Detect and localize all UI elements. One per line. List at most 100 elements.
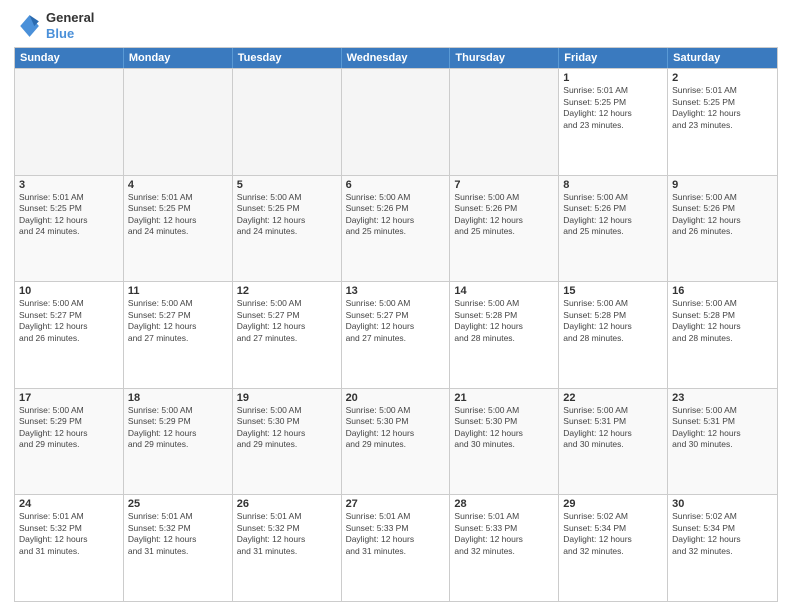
calendar-cell: 27Sunrise: 5:01 AM Sunset: 5:33 PM Dayli… [342,495,451,601]
day-number: 3 [19,179,119,191]
calendar-row: 10Sunrise: 5:00 AM Sunset: 5:27 PM Dayli… [15,281,777,388]
day-info: Sunrise: 5:01 AM Sunset: 5:33 PM Dayligh… [346,511,446,557]
day-number: 28 [454,498,554,510]
day-info: Sunrise: 5:00 AM Sunset: 5:27 PM Dayligh… [237,298,337,344]
day-info: Sunrise: 5:00 AM Sunset: 5:30 PM Dayligh… [454,405,554,451]
day-number: 6 [346,179,446,191]
day-info: Sunrise: 5:01 AM Sunset: 5:25 PM Dayligh… [563,85,663,131]
calendar-cell: 10Sunrise: 5:00 AM Sunset: 5:27 PM Dayli… [15,282,124,388]
day-info: Sunrise: 5:01 AM Sunset: 5:33 PM Dayligh… [454,511,554,557]
day-number: 5 [237,179,337,191]
day-number: 16 [672,285,773,297]
day-number: 15 [563,285,663,297]
day-number: 1 [563,72,663,84]
day-info: Sunrise: 5:01 AM Sunset: 5:25 PM Dayligh… [672,85,773,131]
calendar-row: 3Sunrise: 5:01 AM Sunset: 5:25 PM Daylig… [15,175,777,282]
weekday-header: Sunday [15,48,124,68]
calendar-row: 24Sunrise: 5:01 AM Sunset: 5:32 PM Dayli… [15,494,777,601]
day-number: 2 [672,72,773,84]
calendar-cell: 15Sunrise: 5:00 AM Sunset: 5:28 PM Dayli… [559,282,668,388]
calendar-cell: 21Sunrise: 5:00 AM Sunset: 5:30 PM Dayli… [450,389,559,495]
day-number: 8 [563,179,663,191]
day-info: Sunrise: 5:00 AM Sunset: 5:30 PM Dayligh… [237,405,337,451]
calendar-cell: 29Sunrise: 5:02 AM Sunset: 5:34 PM Dayli… [559,495,668,601]
page: General Blue SundayMondayTuesdayWednesda… [0,0,792,612]
day-info: Sunrise: 5:00 AM Sunset: 5:25 PM Dayligh… [237,192,337,238]
day-number: 18 [128,392,228,404]
day-info: Sunrise: 5:00 AM Sunset: 5:27 PM Dayligh… [19,298,119,344]
day-info: Sunrise: 5:00 AM Sunset: 5:26 PM Dayligh… [672,192,773,238]
day-number: 22 [563,392,663,404]
calendar-cell: 12Sunrise: 5:00 AM Sunset: 5:27 PM Dayli… [233,282,342,388]
day-number: 7 [454,179,554,191]
day-number: 19 [237,392,337,404]
calendar-cell: 11Sunrise: 5:00 AM Sunset: 5:27 PM Dayli… [124,282,233,388]
calendar-cell: 4Sunrise: 5:01 AM Sunset: 5:25 PM Daylig… [124,176,233,282]
calendar-cell: 3Sunrise: 5:01 AM Sunset: 5:25 PM Daylig… [15,176,124,282]
day-number: 13 [346,285,446,297]
calendar-cell: 20Sunrise: 5:00 AM Sunset: 5:30 PM Dayli… [342,389,451,495]
calendar-cell [450,69,559,175]
calendar-cell: 25Sunrise: 5:01 AM Sunset: 5:32 PM Dayli… [124,495,233,601]
logo-icon [14,12,42,40]
calendar-cell: 24Sunrise: 5:01 AM Sunset: 5:32 PM Dayli… [15,495,124,601]
weekday-header: Friday [559,48,668,68]
day-info: Sunrise: 5:01 AM Sunset: 5:32 PM Dayligh… [19,511,119,557]
calendar-cell: 26Sunrise: 5:01 AM Sunset: 5:32 PM Dayli… [233,495,342,601]
calendar-cell [124,69,233,175]
day-info: Sunrise: 5:00 AM Sunset: 5:27 PM Dayligh… [128,298,228,344]
logo-text: General Blue [46,10,94,41]
calendar-row: 17 Sunrise: 5:00 AM Sunset: 5:29 PM Dayli… [15,388,777,495]
day-info: Sunrise: 5:01 AM Sunset: 5:32 PM Dayligh… [237,511,337,557]
calendar-cell [342,69,451,175]
calendar-cell: 19Sunrise: 5:00 AM Sunset: 5:30 PM Dayli… [233,389,342,495]
day-info: Sunrise: 5:00 AM Sunset: 5:29 PM Dayligh… [128,405,228,451]
calendar-cell: 7Sunrise: 5:00 AM Sunset: 5:26 PM Daylig… [450,176,559,282]
day-number: 20 [346,392,446,404]
day-info: Sunrise: 5:00 AM Sunset: 5:26 PM Dayligh… [563,192,663,238]
weekday-header: Tuesday [233,48,342,68]
calendar-cell: 23Sunrise: 5:00 AM Sunset: 5:31 PM Dayli… [668,389,777,495]
day-number: 25 [128,498,228,510]
day-number: 29 [563,498,663,510]
day-number: 11 [128,285,228,297]
day-info: Sunrise: 5:01 AM Sunset: 5:25 PM Dayligh… [19,192,119,238]
weekday-header: Wednesday [342,48,451,68]
day-info: Sunrise: 5:00 AM Sunset: 5:28 PM Dayligh… [563,298,663,344]
day-info: Sunrise: 5:00 AM Sunset: 5:31 PM Dayligh… [563,405,663,451]
day-number: 4 [128,179,228,191]
day-info: Sunrise: 5:01 AM Sunset: 5:25 PM Dayligh… [128,192,228,238]
calendar-cell [233,69,342,175]
weekday-header: Monday [124,48,233,68]
calendar-cell: 28Sunrise: 5:01 AM Sunset: 5:33 PM Dayli… [450,495,559,601]
calendar-cell: 22Sunrise: 5:00 AM Sunset: 5:31 PM Dayli… [559,389,668,495]
calendar-body: 1Sunrise: 5:01 AM Sunset: 5:25 PM Daylig… [15,68,777,601]
day-number: 27 [346,498,446,510]
calendar-cell: 2Sunrise: 5:01 AM Sunset: 5:25 PM Daylig… [668,69,777,175]
weekday-header: Thursday [450,48,559,68]
calendar-cell: 8Sunrise: 5:00 AM Sunset: 5:26 PM Daylig… [559,176,668,282]
calendar-cell: 5Sunrise: 5:00 AM Sunset: 5:25 PM Daylig… [233,176,342,282]
calendar-cell: 1Sunrise: 5:01 AM Sunset: 5:25 PM Daylig… [559,69,668,175]
calendar-cell: 13Sunrise: 5:00 AM Sunset: 5:27 PM Dayli… [342,282,451,388]
calendar-cell: 17Sunrise: 5:00 AM Sunset: 5:29 PM Dayli… [15,389,124,495]
day-number: 12 [237,285,337,297]
day-info: Sunrise: 5:00 AM Sunset: 5:26 PM Dayligh… [454,192,554,238]
weekday-header: Saturday [668,48,777,68]
day-number: 23 [672,392,773,404]
logo: General Blue [14,10,94,41]
day-number: 17 [19,392,119,404]
day-number: 30 [672,498,773,510]
day-info: Sunrise: 5:00 AM Sunset: 5:31 PM Dayligh… [672,405,773,451]
calendar-cell: 30Sunrise: 5:02 AM Sunset: 5:34 PM Dayli… [668,495,777,601]
day-number: 26 [237,498,337,510]
day-info: Sunrise: 5:00 AM Sunset: 5:26 PM Dayligh… [346,192,446,238]
day-info: Sunrise: 5:00 AM Sunset: 5:27 PM Dayligh… [346,298,446,344]
header: General Blue [14,10,778,41]
calendar: SundayMondayTuesdayWednesdayThursdayFrid… [14,47,778,602]
calendar-cell: 14Sunrise: 5:00 AM Sunset: 5:28 PM Dayli… [450,282,559,388]
day-info: Sunrise: 5:00 AM Sunset: 5:28 PM Dayligh… [454,298,554,344]
calendar-cell: 9Sunrise: 5:00 AM Sunset: 5:26 PM Daylig… [668,176,777,282]
day-info: Sunrise: 5:02 AM Sunset: 5:34 PM Dayligh… [563,511,663,557]
calendar-cell: 16Sunrise: 5:00 AM Sunset: 5:28 PM Dayli… [668,282,777,388]
